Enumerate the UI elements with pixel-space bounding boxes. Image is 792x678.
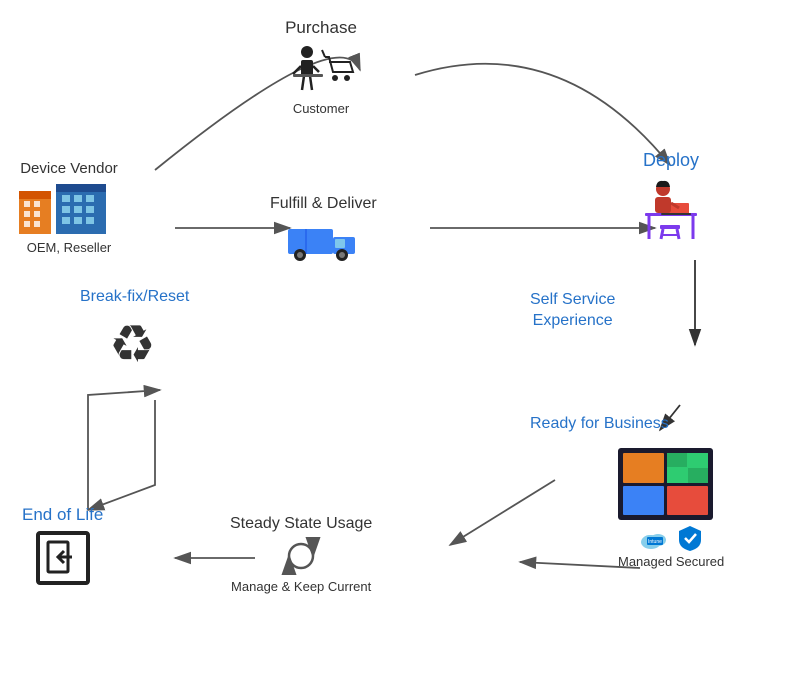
purchase-icon-area — [285, 42, 357, 97]
fulfill-deliver-node: Fulfill & Deliver — [270, 195, 377, 269]
device-vendor-icon-area — [14, 181, 124, 236]
fulfill-deliver-icon-area — [270, 217, 377, 265]
deploy-person-icon — [635, 175, 707, 240]
purchase-label: Purchase — [285, 18, 357, 38]
exit-icon-svg — [44, 539, 82, 577]
purchase-node: Purchase Customer — [285, 18, 357, 116]
end-of-life-label: End of Life — [22, 505, 103, 525]
buildings-icon — [14, 181, 124, 236]
self-service-label: Self Service Experience — [530, 290, 615, 332]
device-vendor-label: Device Vendor — [14, 160, 124, 177]
break-fix-label: Break-fix/Reset — [80, 288, 189, 306]
end-of-life-icon-area — [22, 531, 103, 585]
lifecycle-diagram: Purchase Customer Device — [0, 0, 792, 678]
recycle-icon: ♻ — [105, 312, 165, 372]
managed-secured-label: Managed Secured — [618, 554, 724, 569]
cloud-icon: Intune — [639, 526, 671, 550]
purchase-icon — [285, 42, 357, 97]
steady-state-icon-area — [230, 537, 372, 575]
steady-state-sublabel: Manage & Keep Current — [230, 579, 372, 594]
device-vendor-node: Device Vendor — [14, 160, 124, 255]
shield-icon — [677, 524, 703, 552]
svg-text:Intune: Intune — [648, 539, 662, 545]
sync-icon — [281, 537, 321, 575]
steady-state-node: Steady State Usage Manage & Keep Current — [230, 515, 372, 594]
deploy-node: Deploy — [635, 150, 707, 244]
steady-state-label: Steady State Usage — [230, 515, 372, 533]
windows-thumbnail — [618, 448, 713, 520]
fulfill-deliver-label: Fulfill & Deliver — [270, 195, 377, 213]
ready-business-node: Ready for Business — [530, 415, 669, 433]
end-of-life-node: End of Life — [22, 505, 103, 589]
deploy-label: Deploy — [635, 150, 707, 171]
managed-secured-node: Intune Managed Secured — [618, 448, 724, 569]
svg-text:♻: ♻ — [109, 316, 156, 372]
self-service-node: Self Service Experience — [530, 290, 615, 332]
purchase-sublabel: Customer — [285, 101, 357, 116]
deploy-icon-area — [635, 175, 707, 240]
device-vendor-sublabel: OEM, Reseller — [14, 240, 124, 255]
truck-icon — [286, 217, 361, 265]
break-fix-icon-area: ♻ — [80, 312, 189, 372]
exit-door-icon — [36, 531, 90, 585]
badges-row: Intune — [618, 524, 724, 552]
ready-business-label: Ready for Business — [530, 415, 669, 433]
break-fix-node: Break-fix/Reset ♻ — [80, 288, 189, 376]
